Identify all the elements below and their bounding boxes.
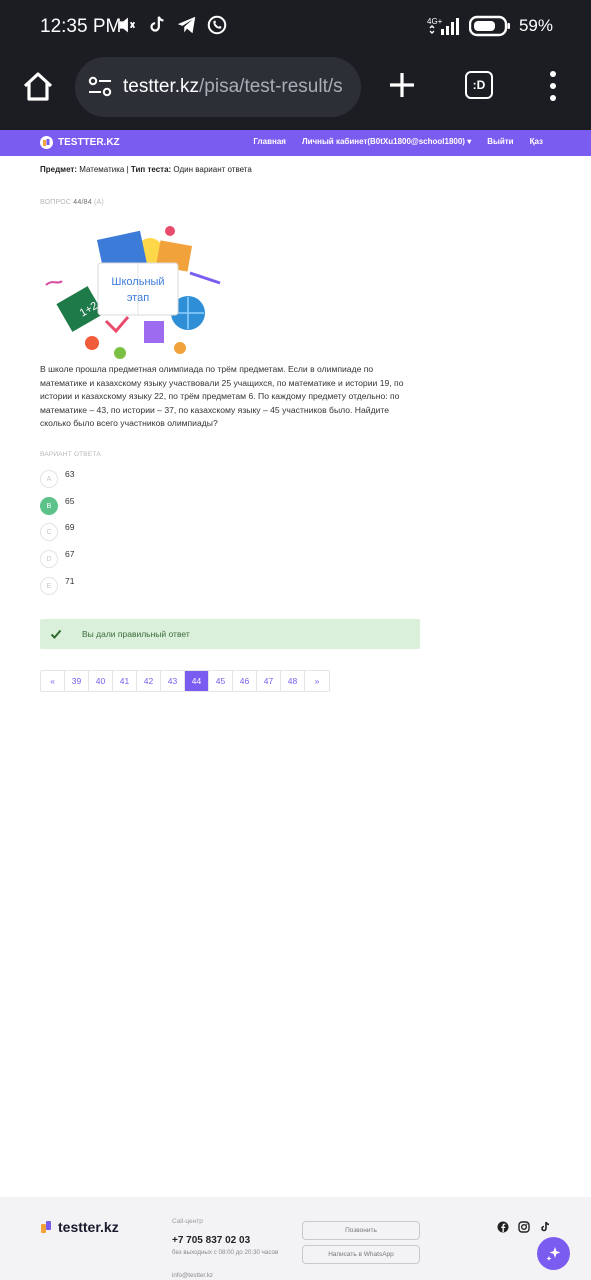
nav-logout[interactable]: Выйти	[487, 137, 513, 146]
answer-value: 67	[65, 549, 75, 559]
home-icon[interactable]	[20, 69, 56, 105]
phone-number[interactable]: +7 705 837 02 03	[172, 1235, 250, 1246]
signal-icon: 4G+	[427, 17, 459, 35]
nav-account[interactable]: Личный кабинет(B0tXu1800@school1800) ▾	[302, 137, 471, 146]
answer-option[interactable]: D 67	[40, 549, 75, 568]
tiktok-icon[interactable]	[539, 1221, 551, 1233]
url-text[interactable]: testter.kz/pisa/test-result/s	[123, 76, 343, 98]
question-text: В школе прошла предметная олимпиада по т…	[40, 364, 404, 428]
answer-letter[interactable]: C	[40, 523, 58, 541]
result-message: Вы дали правильный ответ	[82, 629, 190, 639]
call-center-label: Call-центр	[172, 1218, 203, 1225]
page-link[interactable]: 41	[113, 671, 137, 691]
battery-icon	[468, 15, 510, 37]
answer-value: 65	[65, 496, 75, 506]
assistant-fab[interactable]	[537, 1237, 570, 1270]
answer-value: 63	[65, 469, 75, 479]
page-link[interactable]: 46	[233, 671, 257, 691]
answer-option[interactable]: A 63	[40, 469, 75, 488]
new-tab-icon[interactable]	[386, 69, 418, 101]
pagination-prev[interactable]: «	[41, 671, 65, 691]
svg-text:4G+: 4G+	[427, 17, 443, 26]
page-link[interactable]: 42	[137, 671, 161, 691]
nav-home[interactable]: Главная	[253, 137, 286, 146]
question-pagination: « 39 40 41 42 43 44 45 46 47 48 »	[40, 670, 330, 692]
result-alert: Вы дали правильный ответ	[40, 619, 420, 649]
telegram-icon	[177, 16, 196, 34]
school-olympiad-illustration: 1+2 Школьный этап	[45, 226, 221, 359]
status-bar: 12:35 PM 4G+ 59%	[0, 0, 591, 55]
svg-text:этап: этап	[127, 292, 149, 304]
facebook-icon[interactable]	[497, 1221, 509, 1233]
nav-links: Главная Личный кабинет(B0tXu1800@school1…	[253, 137, 543, 146]
page-link[interactable]: 48	[281, 671, 305, 691]
vibrate-icon	[119, 17, 136, 33]
illustration-caption: Школьный	[111, 276, 164, 288]
site-footer: testter.kz Call-центр +7 705 837 02 03 б…	[0, 1197, 591, 1280]
tabs-button[interactable]: :D	[465, 71, 493, 99]
working-hours: без выходных с 08:00 до 20:30 часов	[172, 1249, 279, 1256]
address-bar[interactable]: testter.kz/pisa/test-result/s	[75, 57, 361, 117]
page-link[interactable]: 45	[209, 671, 233, 691]
notification-icons	[116, 14, 228, 36]
browser-toolbar: testter.kz/pisa/test-result/s :D	[0, 55, 591, 130]
site-brand: TESTTER.KZ	[58, 137, 120, 148]
answer-letter[interactable]: D	[40, 550, 58, 568]
more-menu-icon[interactable]	[548, 69, 558, 103]
answer-letter[interactable]: B	[40, 497, 58, 515]
status-time: 12:35 PM	[40, 16, 122, 37]
check-icon	[50, 629, 62, 639]
answer-option-correct[interactable]: B 65	[40, 496, 75, 515]
site-settings-icon[interactable]	[87, 75, 113, 99]
footer-email[interactable]: info@testter.kz	[172, 1272, 213, 1279]
page-link[interactable]: 39	[65, 671, 89, 691]
page-link-active[interactable]: 44	[185, 671, 209, 691]
site-navbar: TESTTER.KZ Главная Личный кабинет(B0tXu1…	[0, 130, 591, 156]
answer-value: 69	[65, 522, 75, 532]
footer-logo[interactable]: testter.kz	[40, 1219, 119, 1235]
tiktok-icon	[150, 16, 164, 32]
call-button[interactable]: Позвонить	[302, 1221, 420, 1240]
logo-icon	[41, 1221, 51, 1233]
page-link[interactable]: 40	[89, 671, 113, 691]
question-number: ВОПРОС 44/84 (A)	[40, 199, 104, 206]
logo-icon	[40, 136, 53, 149]
whatsapp-button[interactable]: Написать в WhatsApp	[302, 1245, 420, 1264]
pagination-next[interactable]: »	[305, 671, 329, 691]
nav-language[interactable]: Қаз	[530, 137, 543, 146]
answer-letter[interactable]: A	[40, 470, 58, 488]
sparkle-icon	[546, 1246, 560, 1261]
system-status: 4G+ 59%	[427, 15, 553, 37]
test-meta: Предмет: Математика | Тип теста: Один ва…	[40, 165, 252, 174]
page-link[interactable]: 47	[257, 671, 281, 691]
instagram-icon[interactable]	[518, 1221, 530, 1233]
site-logo[interactable]: TESTTER.KZ	[40, 136, 120, 149]
footer-brand: testter.kz	[58, 1219, 119, 1235]
answer-value: 71	[65, 576, 75, 586]
answer-option[interactable]: C 69	[40, 522, 75, 541]
answer-letter[interactable]: E	[40, 577, 58, 595]
answer-option[interactable]: E 71	[40, 576, 75, 595]
battery-percent: 59%	[518, 16, 553, 35]
page-link[interactable]: 43	[161, 671, 185, 691]
whatsapp-icon	[207, 15, 227, 35]
answers-label: ВАРИАНТ ОТВЕТА	[40, 451, 101, 458]
